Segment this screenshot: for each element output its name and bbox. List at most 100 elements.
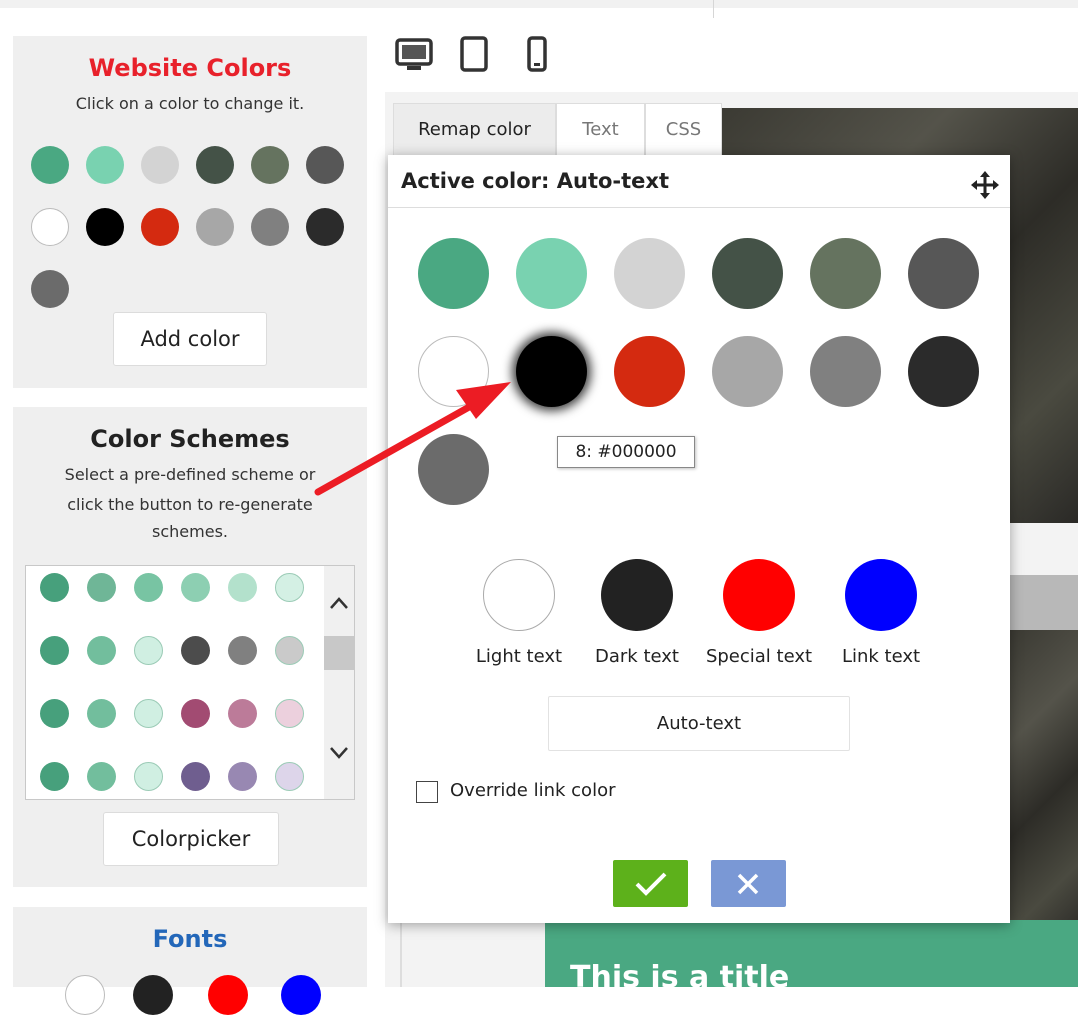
scheme-swatch[interactable] xyxy=(87,636,116,665)
text-color-label: Link text xyxy=(841,646,921,667)
website-color-swatch[interactable] xyxy=(251,146,289,184)
palette-swatch[interactable] xyxy=(516,336,587,407)
fonts-title: Fonts xyxy=(152,925,228,953)
palette-swatch[interactable] xyxy=(908,336,979,407)
palette-swatch[interactable] xyxy=(908,238,979,309)
font-color-link[interactable] xyxy=(281,975,321,1015)
website-color-swatch[interactable] xyxy=(31,208,69,246)
palette-swatch[interactable] xyxy=(712,336,783,407)
scheme-swatch[interactable] xyxy=(181,762,210,791)
preview-gray-bar xyxy=(1010,575,1078,635)
palette-swatch[interactable] xyxy=(712,238,783,309)
move-icon[interactable] xyxy=(971,171,999,199)
scheme-swatch[interactable] xyxy=(228,699,257,728)
desktop-icon[interactable] xyxy=(395,38,433,72)
palette-swatch[interactable] xyxy=(418,238,489,309)
confirm-button[interactable] xyxy=(613,860,688,907)
colorpicker-button[interactable]: Colorpicker xyxy=(103,812,279,866)
color-schemes-subtitle-2: click the button to re-generate xyxy=(67,495,313,514)
scheme-swatch[interactable] xyxy=(40,573,69,602)
palette-swatch[interactable] xyxy=(810,238,881,309)
website-color-swatch[interactable] xyxy=(86,208,124,246)
chevron-up-icon[interactable] xyxy=(329,596,349,610)
color-schemes-title: Color Schemes xyxy=(90,425,290,453)
website-color-swatch[interactable] xyxy=(306,208,344,246)
website-color-swatch[interactable] xyxy=(31,270,69,308)
scheme-swatch[interactable] xyxy=(181,636,210,665)
close-icon xyxy=(737,873,759,895)
scheme-swatch[interactable] xyxy=(275,699,304,728)
website-colors-subtitle: Click on a color to change it. xyxy=(75,94,305,113)
website-color-swatch[interactable] xyxy=(141,146,179,184)
scheme-swatch[interactable] xyxy=(181,699,210,728)
dialog-header: Active color: Auto-text xyxy=(401,169,669,193)
scheme-scrollbar[interactable] xyxy=(324,566,354,799)
scheme-swatch[interactable] xyxy=(40,699,69,728)
tab-text[interactable]: Text xyxy=(556,103,645,155)
font-color-special[interactable] xyxy=(208,975,248,1015)
top-divider xyxy=(713,0,714,18)
palette-swatch[interactable] xyxy=(614,336,685,407)
text-color-swatch[interactable] xyxy=(723,559,795,631)
mobile-icon[interactable] xyxy=(526,36,548,72)
scheme-swatch[interactable] xyxy=(181,573,210,602)
text-color-label: Light text xyxy=(475,646,563,667)
website-color-swatch[interactable] xyxy=(251,208,289,246)
website-color-swatch[interactable] xyxy=(31,146,69,184)
auto-text-button[interactable]: Auto-text xyxy=(548,696,850,751)
preview-photo-bottom xyxy=(1010,630,1078,940)
scheme-swatch[interactable] xyxy=(228,762,257,791)
top-strip xyxy=(0,0,1078,8)
scheme-swatch[interactable] xyxy=(275,573,304,602)
website-color-swatch[interactable] xyxy=(196,208,234,246)
scheme-swatch[interactable] xyxy=(275,636,304,665)
dialog-header-divider xyxy=(388,207,1010,208)
cancel-button[interactable] xyxy=(711,860,786,907)
color-schemes-subtitle-1: Select a pre-defined scheme or xyxy=(64,465,316,484)
scheme-swatch[interactable] xyxy=(87,573,116,602)
scheme-swatch[interactable] xyxy=(40,762,69,791)
font-color-dark[interactable] xyxy=(133,975,173,1015)
tab-remap-color[interactable]: Remap color xyxy=(393,103,556,155)
scheme-swatch[interactable] xyxy=(87,762,116,791)
scheme-list[interactable] xyxy=(25,565,355,800)
scheme-swatch[interactable] xyxy=(40,636,69,665)
color-schemes-panel: Color Schemes Select a pre-defined schem… xyxy=(13,407,367,887)
checkmark-icon xyxy=(635,872,667,896)
scheme-swatch[interactable] xyxy=(134,636,163,665)
website-color-swatch[interactable] xyxy=(196,146,234,184)
scheme-swatch[interactable] xyxy=(134,573,163,602)
preview-title-band: This is a title xyxy=(545,920,1078,995)
text-color-label: Special text xyxy=(705,646,813,667)
preview-title: This is a title xyxy=(570,960,790,995)
text-color-swatch[interactable] xyxy=(601,559,673,631)
font-color-light[interactable] xyxy=(65,975,105,1015)
tablet-icon[interactable] xyxy=(459,36,489,72)
palette-swatch[interactable] xyxy=(418,434,489,505)
website-colors-title: Website Colors xyxy=(88,54,292,82)
text-color-swatch[interactable] xyxy=(483,559,555,631)
scrollbar-thumb[interactable] xyxy=(324,636,354,670)
scheme-swatch[interactable] xyxy=(87,699,116,728)
palette-swatch[interactable] xyxy=(516,238,587,309)
override-link-checkbox[interactable] xyxy=(416,781,438,803)
palette-swatch[interactable] xyxy=(810,336,881,407)
scheme-swatch[interactable] xyxy=(134,762,163,791)
palette-swatch[interactable] xyxy=(614,238,685,309)
override-link-label: Override link color xyxy=(450,780,616,801)
website-colors-panel: Website Colors Click on a color to chang… xyxy=(13,36,367,388)
website-color-swatch[interactable] xyxy=(86,146,124,184)
tab-css[interactable]: CSS xyxy=(645,103,722,155)
text-color-swatch[interactable] xyxy=(845,559,917,631)
palette-swatch[interactable] xyxy=(418,336,489,407)
fonts-panel: Fonts xyxy=(13,907,367,1015)
scheme-swatch[interactable] xyxy=(228,636,257,665)
website-color-swatch[interactable] xyxy=(306,146,344,184)
preview-edge xyxy=(400,920,402,987)
scheme-swatch[interactable] xyxy=(134,699,163,728)
scheme-swatch[interactable] xyxy=(228,573,257,602)
scheme-swatch[interactable] xyxy=(275,762,304,791)
chevron-down-icon[interactable] xyxy=(329,746,349,760)
add-color-button[interactable]: Add color xyxy=(113,312,267,366)
website-color-swatch[interactable] xyxy=(141,208,179,246)
